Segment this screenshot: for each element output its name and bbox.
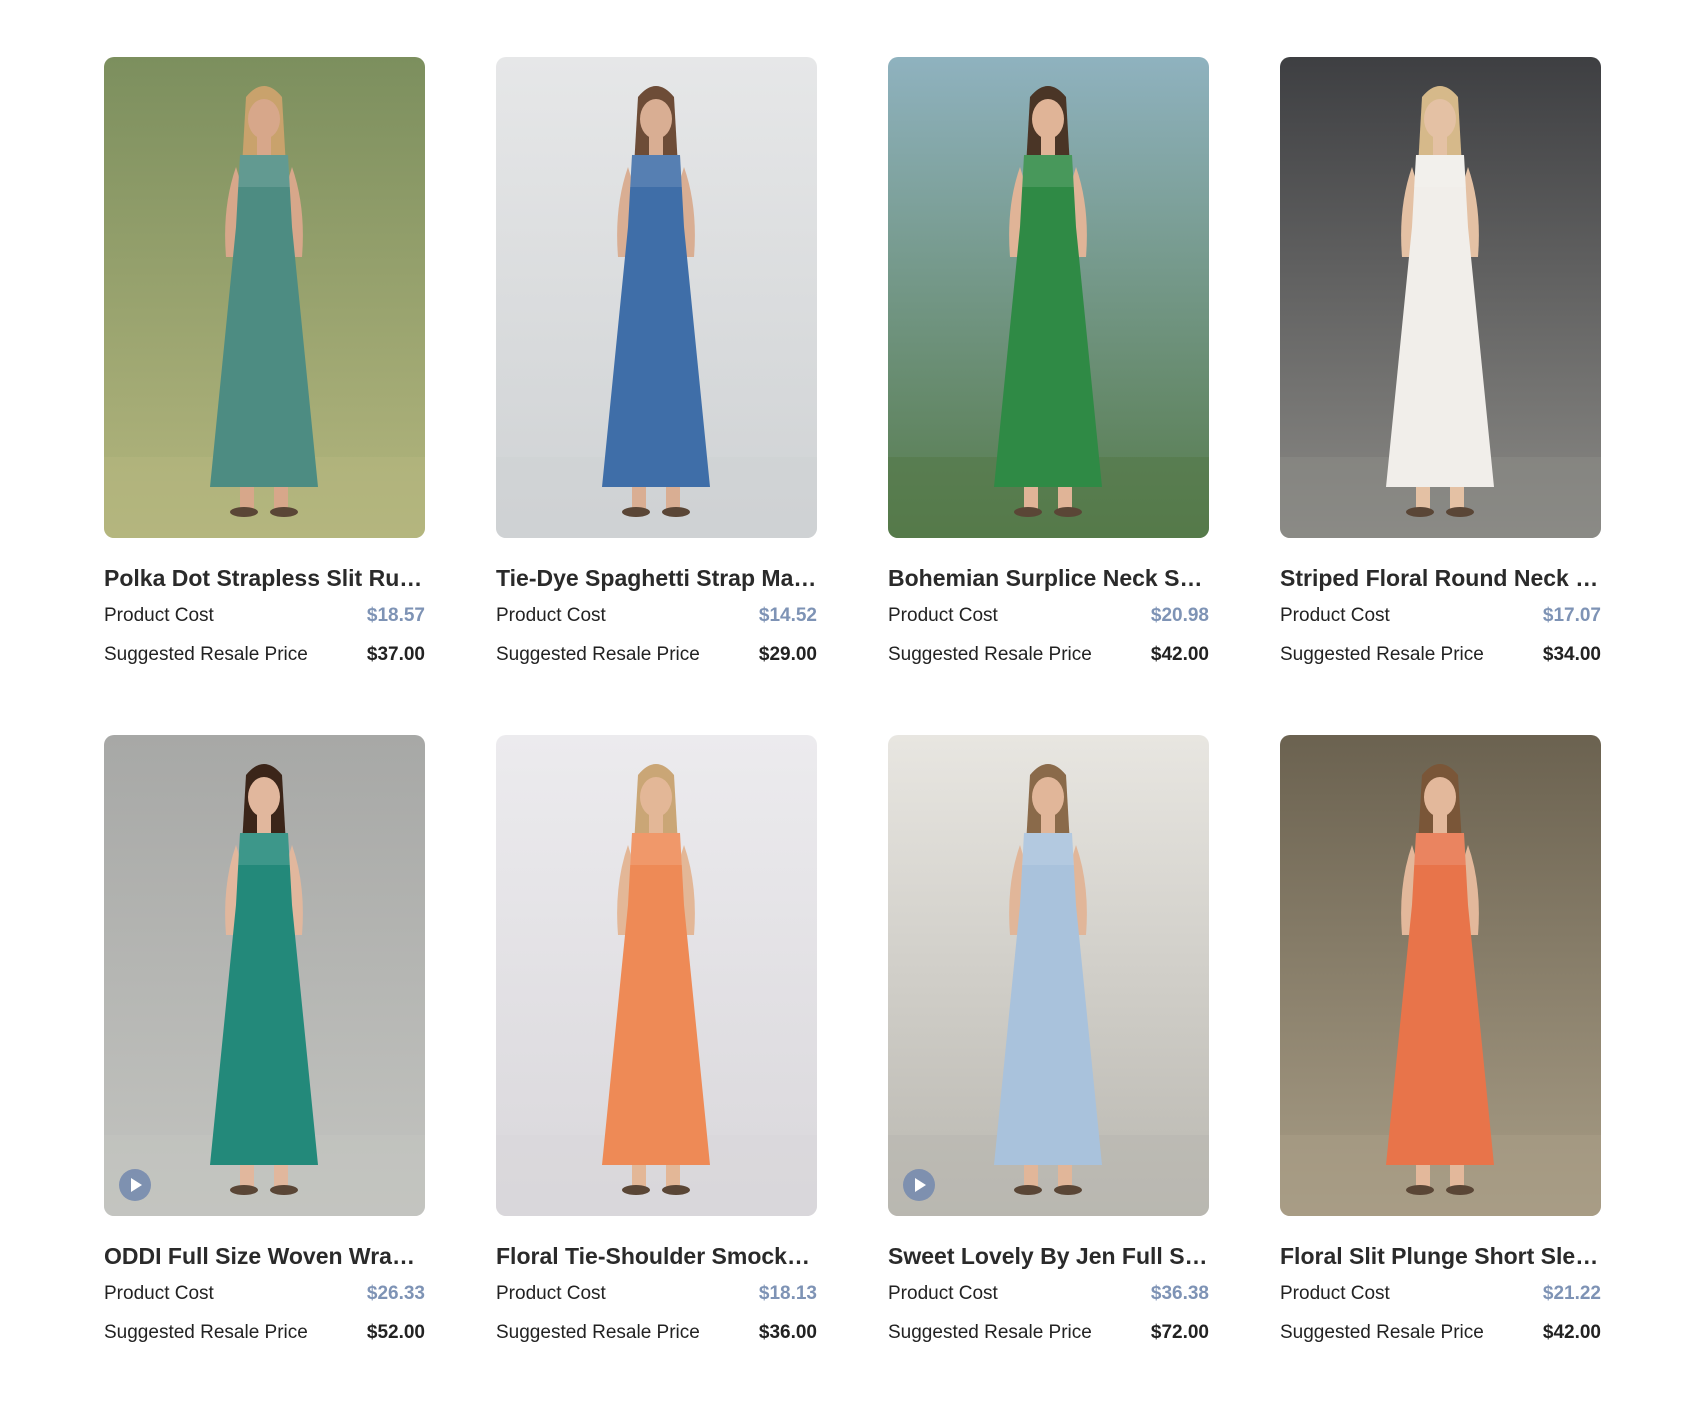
product-cost-value: $36.38 [1150,1283,1209,1304]
product-image[interactable] [496,57,817,538]
product-cost-label: Product Cost [1280,605,1390,626]
suggested-resale-label: Suggested Resale Price [888,1322,1092,1343]
suggested-resale-row: Suggested Resale Price $37.00 [104,643,425,667]
suggested-resale-label: Suggested Resale Price [888,644,1092,665]
product-card[interactable]: Floral Slit Plunge Short Sleeve Maxi Dre… [1280,735,1601,1413]
product-cost-value: $18.57 [366,605,425,626]
product-title[interactable]: Sweet Lovely By Jen Full Size Maxi Dress [888,1242,1209,1270]
suggested-resale-label: Suggested Resale Price [1280,644,1484,665]
product-cost-value: $20.98 [1150,605,1209,626]
product-cost-label: Product Cost [888,1283,998,1304]
product-cost-row: Product Cost $18.57 [104,604,425,628]
product-card[interactable]: Bohemian Surplice Neck Split Maxi Dress P… [888,57,1209,735]
product-title[interactable]: Striped Floral Round Neck Maxi Dress [1280,564,1601,592]
product-title[interactable]: Floral Slit Plunge Short Sleeve Maxi Dre… [1280,1242,1601,1270]
suggested-resale-label: Suggested Resale Price [496,1322,700,1343]
suggested-resale-label: Suggested Resale Price [104,1322,308,1343]
product-cost-row: Product Cost $20.98 [888,604,1209,628]
product-cost-label: Product Cost [104,1283,214,1304]
product-image[interactable] [104,57,425,538]
dress-photo-illustration [888,735,1209,1216]
product-cost-row: Product Cost $14.52 [496,604,817,628]
product-cost-value: $26.33 [366,1283,425,1304]
suggested-resale-row: Suggested Resale Price $36.00 [496,1321,817,1345]
product-cost-row: Product Cost $18.13 [496,1282,817,1306]
dress-photo-illustration [1280,57,1601,538]
product-card[interactable]: Sweet Lovely By Jen Full Size Maxi Dress… [888,735,1209,1413]
dress-photo-illustration [496,735,817,1216]
suggested-resale-label: Suggested Resale Price [104,644,308,665]
product-cost-value: $17.07 [1542,605,1601,626]
product-cost-row: Product Cost $21.22 [1280,1282,1601,1306]
product-cost-value: $14.52 [758,605,817,626]
play-video-icon[interactable] [119,1169,151,1201]
product-cost-label: Product Cost [496,605,606,626]
product-title[interactable]: Bohemian Surplice Neck Split Maxi Dress [888,564,1209,592]
suggested-resale-value: $42.00 [1542,1322,1601,1343]
product-cost-value: $18.13 [758,1283,817,1304]
product-card[interactable]: Polka Dot Strapless Slit Ruffle Maxi Dre… [104,57,425,735]
product-image[interactable] [496,735,817,1216]
dress-photo-illustration [104,735,425,1216]
product-card[interactable]: Tie-Dye Spaghetti Strap Maxi Dress Produc… [496,57,817,735]
suggested-resale-label: Suggested Resale Price [496,644,700,665]
product-image[interactable] [1280,735,1601,1216]
product-image[interactable] [888,735,1209,1216]
product-card[interactable]: Striped Floral Round Neck Maxi Dress Prod… [1280,57,1601,735]
dress-photo-illustration [1280,735,1601,1216]
suggested-resale-row: Suggested Resale Price $52.00 [104,1321,425,1345]
suggested-resale-value: $52.00 [366,1322,425,1343]
suggested-resale-label: Suggested Resale Price [1280,1322,1484,1343]
product-card[interactable]: Floral Tie-Shoulder Smocked Maxi Dress Pr… [496,735,817,1413]
product-cost-row: Product Cost $26.33 [104,1282,425,1306]
suggested-resale-value: $36.00 [758,1322,817,1343]
suggested-resale-value: $29.00 [758,644,817,665]
product-cost-label: Product Cost [1280,1283,1390,1304]
suggested-resale-value: $34.00 [1542,644,1601,665]
suggested-resale-row: Suggested Resale Price $72.00 [888,1321,1209,1345]
product-cost-label: Product Cost [104,605,214,626]
dress-photo-illustration [104,57,425,538]
product-image[interactable] [104,735,425,1216]
play-video-icon[interactable] [903,1169,935,1201]
suggested-resale-value: $42.00 [1150,644,1209,665]
suggested-resale-row: Suggested Resale Price $29.00 [496,643,817,667]
product-cost-value: $21.22 [1542,1283,1601,1304]
product-grid: Polka Dot Strapless Slit Ruffle Maxi Dre… [104,57,1601,1413]
suggested-resale-row: Suggested Resale Price $34.00 [1280,643,1601,667]
product-title[interactable]: Floral Tie-Shoulder Smocked Maxi Dress [496,1242,817,1270]
dress-photo-illustration [888,57,1209,538]
suggested-resale-value: $37.00 [366,644,425,665]
dress-photo-illustration [496,57,817,538]
suggested-resale-value: $72.00 [1150,1322,1209,1343]
product-image[interactable] [1280,57,1601,538]
product-title[interactable]: Tie-Dye Spaghetti Strap Maxi Dress [496,564,817,592]
product-title[interactable]: Polka Dot Strapless Slit Ruffle Maxi Dre… [104,564,425,592]
product-card[interactable]: ODDI Full Size Woven Wrap Maxi Dress Prod… [104,735,425,1413]
product-cost-label: Product Cost [888,605,998,626]
product-image[interactable] [888,57,1209,538]
product-title[interactable]: ODDI Full Size Woven Wrap Maxi Dress [104,1242,425,1270]
suggested-resale-row: Suggested Resale Price $42.00 [888,643,1209,667]
product-cost-label: Product Cost [496,1283,606,1304]
suggested-resale-row: Suggested Resale Price $42.00 [1280,1321,1601,1345]
product-cost-row: Product Cost $17.07 [1280,604,1601,628]
product-cost-row: Product Cost $36.38 [888,1282,1209,1306]
